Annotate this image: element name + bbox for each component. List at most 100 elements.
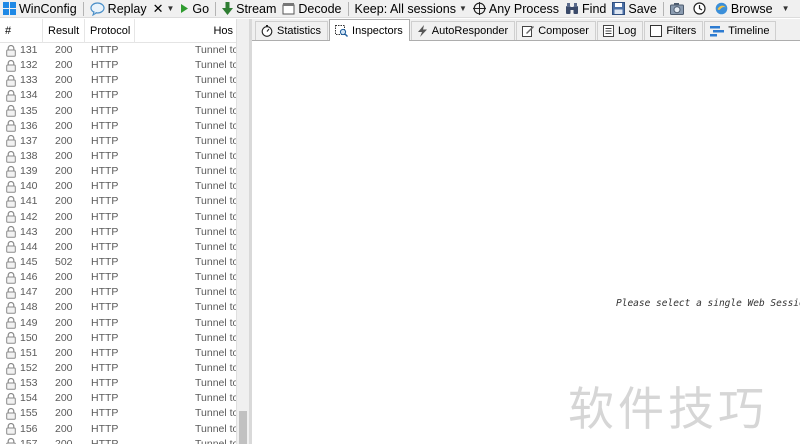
lock-icon — [6, 438, 16, 444]
stream-label: Stream — [236, 1, 277, 16]
replay-button[interactable]: Replay — [87, 0, 150, 17]
session-id-cell: 156 — [0, 422, 43, 437]
session-row[interactable]: 144 200 HTTP Tunnel to — [0, 240, 236, 255]
session-row[interactable]: 154 200 HTTP Tunnel to — [0, 391, 236, 406]
session-row[interactable]: 149 200 HTTP Tunnel to — [0, 316, 236, 331]
session-row[interactable]: 157 200 HTTP Tunnel to — [0, 437, 236, 444]
session-protocol: HTTP — [91, 286, 119, 299]
session-row[interactable]: 132 200 HTTP Tunnel to — [0, 58, 236, 73]
session-row[interactable]: 145 502 HTTP Tunnel to — [0, 255, 236, 270]
browse-dropdown[interactable]: ▼ — [776, 0, 793, 17]
browse-button[interactable]: Browse — [712, 0, 776, 17]
tab-inspectors[interactable]: Inspectors — [329, 19, 410, 41]
session-row[interactable]: 156 200 HTTP Tunnel to — [0, 422, 236, 437]
session-row[interactable]: 133 200 HTTP Tunnel to — [0, 73, 236, 88]
any-process-button[interactable]: Any Process — [470, 0, 562, 17]
remove-button[interactable]: ✕ ▼ — [150, 0, 178, 17]
lock-icon — [6, 392, 16, 405]
toolbar-separator — [662, 1, 664, 16]
session-id-cell: 131 — [0, 43, 43, 58]
remove-icon: ✕ — [152, 0, 164, 16]
binoculars-icon — [566, 2, 579, 14]
session-host: Tunnel to — [195, 74, 236, 87]
session-id: 148 — [20, 301, 38, 314]
column-header-host[interactable]: Hos — [135, 19, 236, 43]
timer-button[interactable] — [690, 0, 712, 17]
session-row[interactable]: 137 200 HTTP Tunnel to — [0, 134, 236, 149]
stream-button[interactable]: Stream — [219, 0, 279, 17]
screenshot-button[interactable] — [667, 0, 690, 17]
column-header-protocol[interactable]: Protocol — [85, 19, 135, 43]
session-id-cell: 149 — [0, 316, 43, 331]
save-button[interactable]: Save — [609, 0, 660, 17]
chevron-down-icon: ▼ — [781, 4, 790, 13]
session-row[interactable]: 153 200 HTTP Tunnel to — [0, 376, 236, 391]
session-protocol: HTTP — [91, 392, 119, 405]
lock-icon — [6, 105, 16, 117]
session-row[interactable]: 135 200 HTTP Tunnel to — [0, 104, 236, 119]
lock-icon — [6, 423, 16, 435]
lock-icon — [6, 89, 16, 102]
column-header-id[interactable]: # — [0, 19, 43, 43]
lock-icon — [6, 286, 16, 299]
browser-icon — [715, 2, 728, 15]
tab-autoresponder[interactable]: AutoResponder — [410, 21, 516, 40]
tab-composer[interactable]: Composer — [516, 21, 596, 40]
session-row[interactable]: 152 200 HTTP Tunnel to — [0, 361, 236, 376]
winconfig-label: WinConfig — [19, 1, 77, 16]
tab-inspectors-label: Inspectors — [352, 24, 403, 37]
timeline-icon — [710, 25, 725, 36]
session-protocol: HTTP — [91, 195, 119, 208]
session-id-cell: 136 — [0, 119, 43, 134]
session-row[interactable]: 134 200 HTTP Tunnel to — [0, 88, 236, 103]
session-result: 200 — [55, 422, 73, 435]
session-row[interactable]: 131 200 HTTP Tunnel to — [0, 43, 236, 58]
session-protocol: HTTP — [91, 240, 119, 253]
tab-log[interactable]: Log — [596, 21, 644, 40]
lock-icon — [6, 271, 16, 284]
session-row[interactable]: 136 200 HTTP Tunnel to — [0, 119, 236, 134]
session-row[interactable]: 150 200 HTTP Tunnel to — [0, 331, 236, 346]
tab-filters[interactable]: Filters — [644, 21, 704, 40]
find-button[interactable]: Find — [562, 0, 609, 17]
decode-button[interactable]: Decode — [279, 0, 344, 17]
session-row[interactable]: 142 200 HTTP Tunnel to — [0, 210, 236, 225]
session-row[interactable]: 148 200 HTTP Tunnel to — [0, 300, 236, 315]
browse-label: Browse — [730, 1, 773, 16]
session-row[interactable]: 146 200 HTTP Tunnel to — [0, 270, 236, 285]
column-header-result[interactable]: Result — [43, 19, 85, 43]
session-row[interactable]: 147 200 HTTP Tunnel to — [0, 285, 236, 300]
session-id-cell: 134 — [0, 88, 43, 103]
tab-statistics[interactable]: Statistics — [255, 21, 329, 40]
lock-icon — [6, 74, 16, 87]
winconfig-button[interactable]: WinConfig — [0, 0, 80, 17]
session-id-cell: 151 — [0, 346, 43, 361]
session-row[interactable]: 139 200 HTTP Tunnel to — [0, 164, 236, 179]
session-result: 200 — [55, 195, 73, 208]
session-id: 131 — [20, 44, 38, 57]
session-protocol: HTTP — [91, 316, 119, 329]
session-host: Tunnel to — [195, 134, 236, 147]
session-id-cell: 145 — [0, 255, 43, 270]
windows-logo-icon — [3, 2, 16, 15]
session-host: Tunnel to — [195, 256, 236, 269]
session-row[interactable]: 143 200 HTTP Tunnel to — [0, 225, 236, 240]
tab-timeline[interactable]: Timeline — [704, 21, 777, 40]
session-row[interactable]: 138 200 HTTP Tunnel to — [0, 149, 236, 164]
go-button[interactable]: Go — [177, 0, 212, 17]
session-result: 502 — [55, 256, 73, 269]
lock-icon — [6, 241, 16, 254]
session-host: Tunnel to — [195, 362, 236, 375]
session-list-scrollbar[interactable] — [236, 19, 249, 444]
session-id-cell: 150 — [0, 331, 43, 346]
keep-sessions-dropdown[interactable]: Keep: All sessions ▼ — [352, 0, 470, 17]
session-result: 200 — [55, 74, 73, 87]
session-id-cell: 144 — [0, 240, 43, 255]
session-row[interactable]: 151 200 HTTP Tunnel to — [0, 346, 236, 361]
scrollbar-thumb[interactable] — [239, 411, 247, 444]
session-row[interactable]: 140 200 HTTP Tunnel to — [0, 179, 236, 194]
session-row[interactable]: 141 200 HTTP Tunnel to — [0, 194, 236, 209]
session-id: 142 — [20, 210, 38, 223]
session-row[interactable]: 155 200 HTTP Tunnel to — [0, 406, 236, 421]
session-id: 149 — [20, 316, 38, 329]
